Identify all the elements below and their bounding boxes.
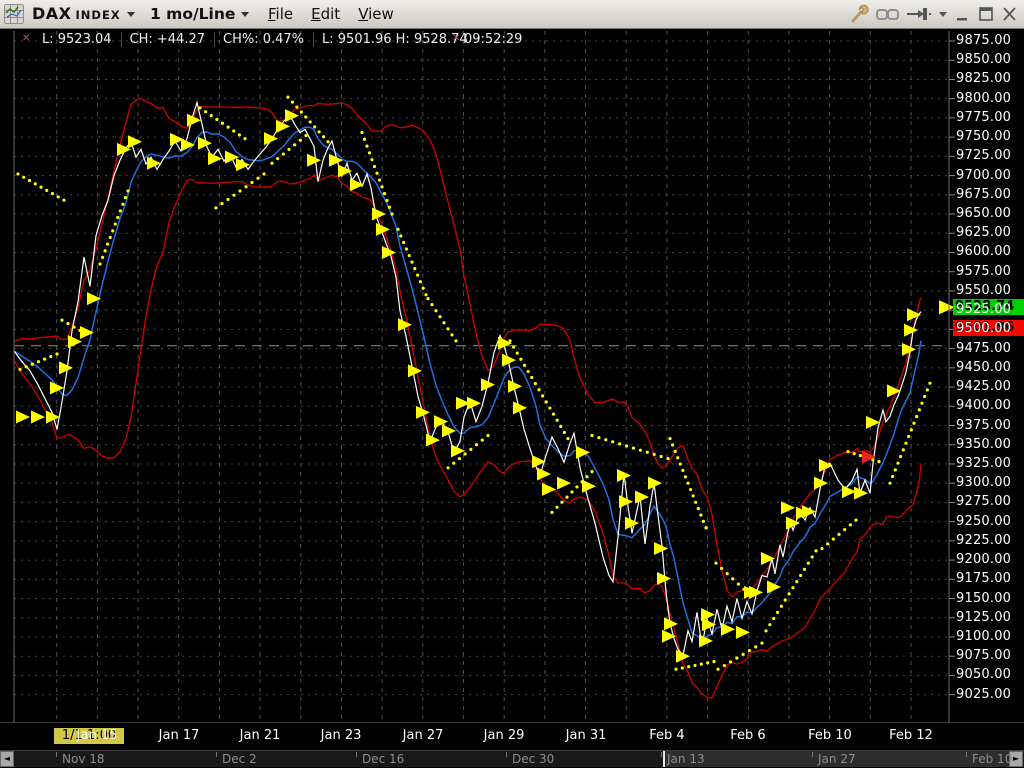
date-axis-label: Feb 6 xyxy=(716,728,780,743)
menu-edit[interactable]: Edit xyxy=(311,5,340,23)
scrollbar-date-label: Jan 13 xyxy=(667,752,705,766)
grid-horizontal-lines xyxy=(14,41,949,695)
symbol-name: DAX xyxy=(32,4,72,23)
scrollbar-tick xyxy=(661,752,662,757)
scrollbar-tick xyxy=(506,752,507,757)
period-label: 1 mo/Line xyxy=(150,5,235,23)
scrollbar-date-label: Dec 16 xyxy=(362,752,404,766)
pin-icon[interactable] xyxy=(906,0,932,28)
scrollbar-date-label: Dec 2 xyxy=(222,752,257,766)
scrollbar-tick xyxy=(966,752,967,757)
date-axis-label: Jan 21 xyxy=(228,728,292,743)
grid-vertical-lines xyxy=(57,31,911,722)
scrollbar-tick xyxy=(356,752,357,757)
date-axis-label: Jan 17 xyxy=(147,728,211,743)
close-icon[interactable] xyxy=(1000,0,1020,28)
date-axis-label: Jan 27 xyxy=(391,728,455,743)
sar-dots xyxy=(16,96,931,671)
timeline-scrollbar[interactable]: ◄ ► Nov 18Dec 2Dec 16Dec 30Jan 13Jan 27F… xyxy=(0,750,1024,767)
symbol-selector[interactable]: DAX INDEX xyxy=(32,3,135,25)
scrollbar-position-marker[interactable] xyxy=(663,751,665,767)
chevron-down-icon xyxy=(127,12,135,17)
app-chart-icon xyxy=(4,4,24,24)
chart-legend-row: ✕ L: 9523.04CH: +44.27CH%: 0.47%L: 9501.… xyxy=(0,32,1024,48)
current-price-arrow-icon xyxy=(939,300,955,314)
minimize-icon[interactable] xyxy=(954,0,972,28)
symbol-type: INDEX xyxy=(76,8,121,22)
legend-close-icon[interactable]: ✕ xyxy=(22,33,30,44)
legend-field: L: 9523.04 xyxy=(34,32,122,47)
link-icon[interactable] xyxy=(875,0,901,28)
menu-bar: File Edit View xyxy=(268,3,412,25)
clock-close-icon[interactable]: ✕ xyxy=(452,33,460,44)
lower-band-line xyxy=(14,175,921,698)
date-axis-label: Feb 10 xyxy=(798,728,862,743)
chart-series xyxy=(14,96,932,698)
scrollbar-tick xyxy=(812,752,813,757)
scrollbar-tick xyxy=(56,752,57,757)
price-line xyxy=(14,103,921,656)
period-selector[interactable]: 1 mo/Line xyxy=(150,3,249,25)
toolbar-icons xyxy=(849,0,1020,28)
scroll-left-button[interactable]: ◄ xyxy=(0,751,14,767)
price-chart[interactable] xyxy=(0,28,1024,768)
clock-label: 09:52:29 xyxy=(464,32,522,47)
date-axis-label: Jan 31 xyxy=(554,728,618,743)
chevron-down-icon xyxy=(241,12,249,17)
ma-line xyxy=(14,127,921,639)
maximize-icon[interactable] xyxy=(977,0,995,28)
scrollbar-date-label: Dec 30 xyxy=(512,752,554,766)
legend-field: CH: +44.27 xyxy=(122,32,215,47)
scrollbar-date-label: Nov 18 xyxy=(62,752,105,766)
menu-file[interactable]: File xyxy=(268,5,293,23)
legend-field: CH%: 0.47% xyxy=(215,32,314,47)
scrollbar-date-label: Jan 27 xyxy=(818,752,856,766)
terminal-window: DAX INDEX 1 mo/Line File Edit View xyxy=(0,0,1024,768)
wrench-icon[interactable] xyxy=(849,0,869,28)
legend-fields: L: 9523.04CH: +44.27CH%: 0.47%L: 9501.96… xyxy=(34,32,477,47)
date-axis-label: Jan 29 xyxy=(472,728,536,743)
date-axis: 1/1 1:00 Jan 15Jan 17Jan 21Jan 23Jan 27J… xyxy=(0,723,1024,750)
title-bar: DAX INDEX 1 mo/Line File Edit View xyxy=(0,0,1024,29)
scrollbar-tick xyxy=(216,752,217,757)
date-axis-label: Jan 23 xyxy=(309,728,373,743)
date-axis-label: Feb 4 xyxy=(635,728,699,743)
scrollbar-date-label: Feb 10 xyxy=(972,752,1012,766)
date-axis-label: Feb 12 xyxy=(879,728,943,743)
toolbar-dropdown-icon[interactable] xyxy=(937,0,949,28)
price-axis-ticks xyxy=(949,41,955,695)
date-axis-label: Jan 15 xyxy=(65,728,129,743)
menu-view[interactable]: View xyxy=(358,5,394,23)
